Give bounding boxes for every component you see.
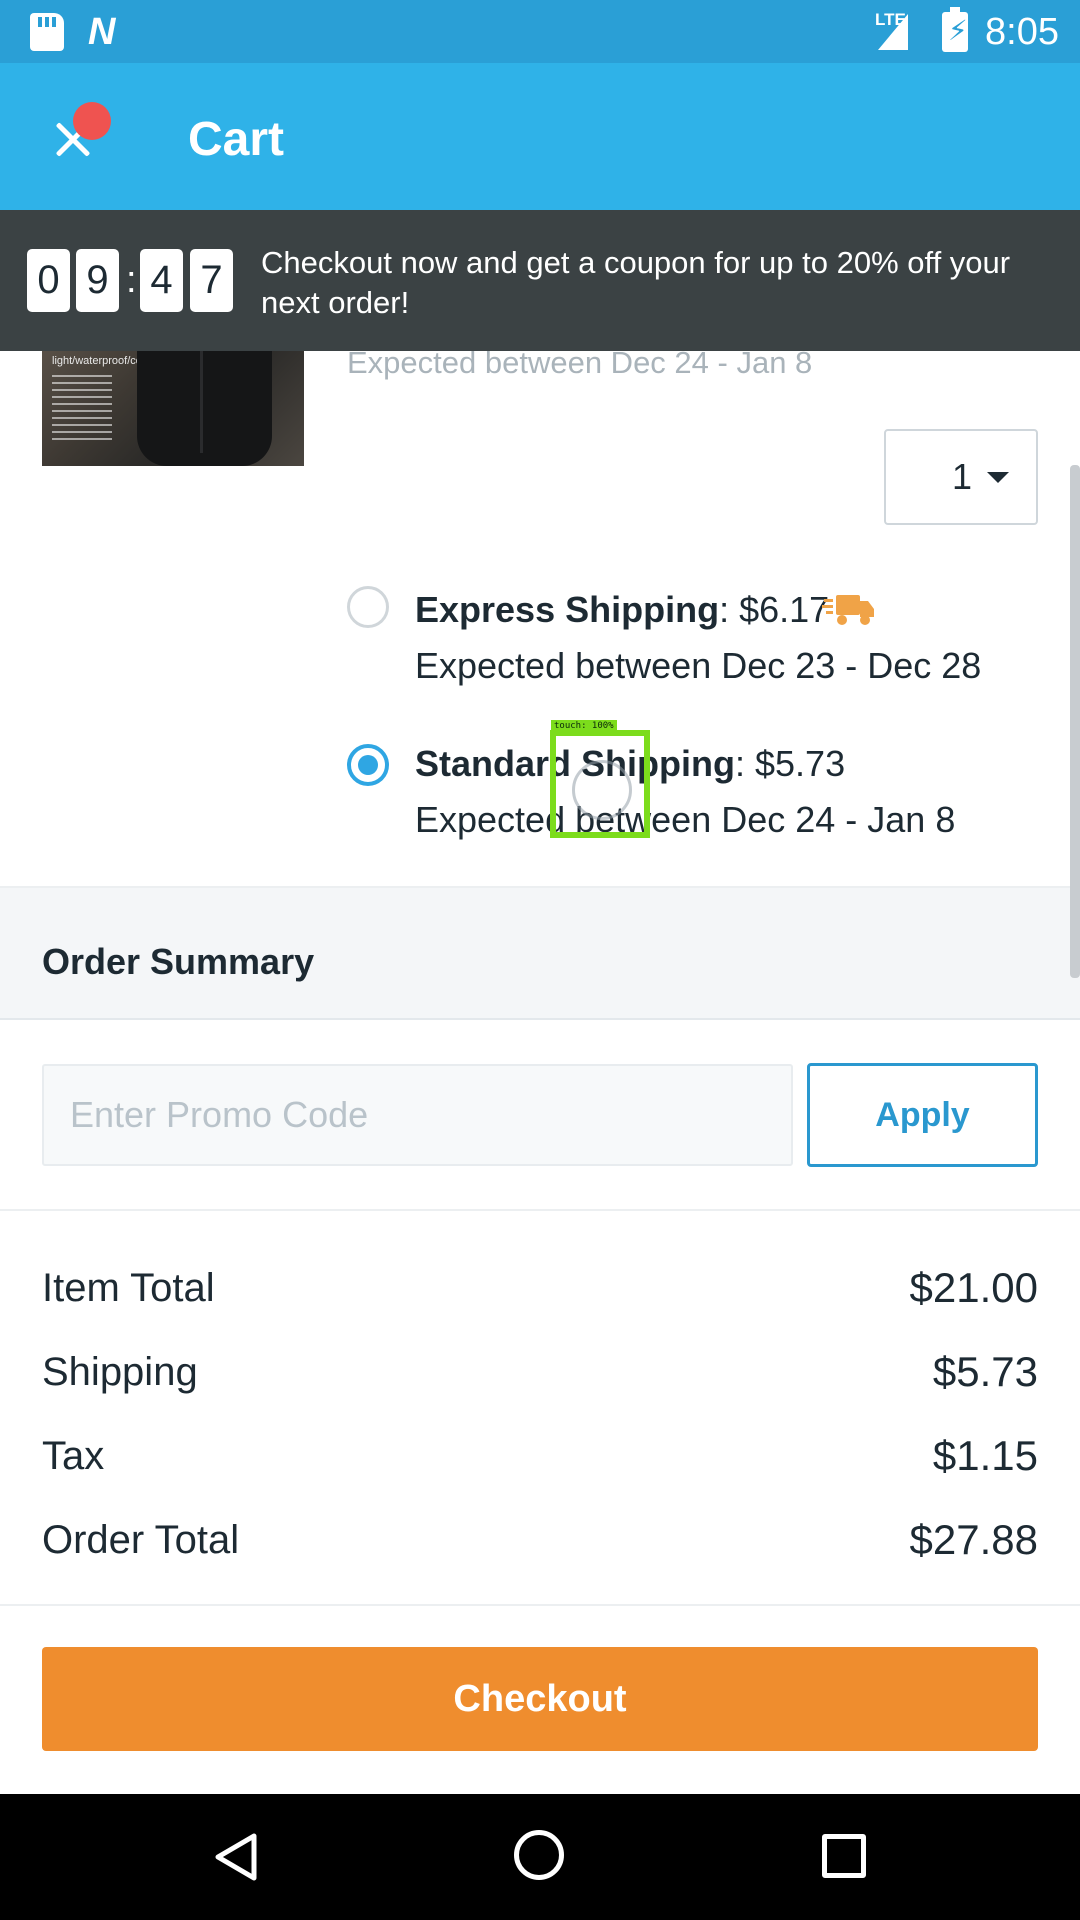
status-bar: N LTE ⚡ 8:05 xyxy=(0,0,1080,63)
notification-dot xyxy=(73,102,111,140)
express-shipping-price: : $6.17 xyxy=(719,589,830,630)
item-total-value: $21.00 xyxy=(909,1264,1038,1311)
standard-shipping-radio[interactable] xyxy=(347,744,389,786)
checkout-button[interactable]: Checkout xyxy=(42,1647,1038,1751)
shipping-label: Shipping xyxy=(42,1350,198,1394)
jacket-graphic xyxy=(137,333,272,466)
divider xyxy=(0,1209,1080,1211)
item-total-label: Item Total xyxy=(42,1266,215,1310)
home-icon[interactable] xyxy=(514,1830,564,1880)
back-icon[interactable] xyxy=(212,1832,262,1882)
express-shipping-option[interactable]: Express Shipping: $6.17 xyxy=(415,588,829,632)
express-shipping-expected: Expected between Dec 23 - Dec 28 xyxy=(415,645,982,686)
product-image-text-lines xyxy=(52,375,112,445)
standard-shipping-expected: Expected between Dec 24 - Jan 8 xyxy=(415,799,956,840)
charging-icon: ⚡ xyxy=(948,15,968,46)
divider xyxy=(0,1604,1080,1606)
standard-shipping-price: : $5.73 xyxy=(735,743,846,784)
order-total-label: Order Total xyxy=(42,1518,240,1562)
touch-indicator-label: touch: 100% xyxy=(551,720,617,732)
page-title: Cart xyxy=(188,113,285,166)
promo-code-input[interactable] xyxy=(42,1064,793,1166)
tax-value: $1.15 xyxy=(932,1432,1038,1479)
quantity-value: 1 xyxy=(952,456,973,497)
countdown-digit: 0 xyxy=(27,249,70,312)
promo-banner-message: Checkout now and get a coupon for up to … xyxy=(261,245,1011,320)
app-notification-icon: N xyxy=(88,11,116,53)
express-shipping-radio[interactable] xyxy=(347,586,389,628)
recent-apps-icon[interactable] xyxy=(822,1834,866,1878)
countdown-digit: 9 xyxy=(76,249,119,312)
caret-down-icon xyxy=(987,472,1009,483)
scrollbar[interactable] xyxy=(1070,465,1080,978)
app-bar xyxy=(0,63,1080,210)
shipping-value: $5.73 xyxy=(932,1348,1038,1395)
order-summary-title: Order Summary xyxy=(42,941,315,982)
truck-icon xyxy=(822,595,874,625)
countdown-digit: 4 xyxy=(140,249,183,312)
tax-label: Tax xyxy=(42,1434,105,1478)
status-time: 8:05 xyxy=(985,11,1059,53)
countdown-digit: 7 xyxy=(190,249,233,312)
apply-promo-button[interactable]: Apply xyxy=(807,1063,1038,1167)
order-total-value: $27.88 xyxy=(909,1516,1038,1563)
express-shipping-name: Express Shipping xyxy=(415,589,720,630)
network-type: LTE xyxy=(875,10,906,29)
touch-indicator-box xyxy=(550,730,650,838)
product-image[interactable]: light/waterproof/comfort xyxy=(42,333,304,466)
sd-card-icon xyxy=(30,13,64,51)
countdown-separator: : xyxy=(126,259,137,301)
